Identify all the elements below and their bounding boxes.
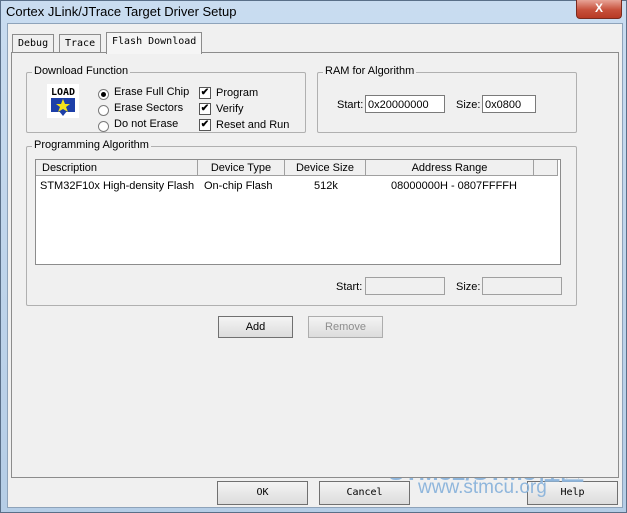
erase-sectors-radio[interactable] xyxy=(98,105,109,116)
ram-start-input[interactable]: 0x20000000 xyxy=(365,95,445,113)
ram-size-input[interactable]: 0x0800 xyxy=(482,95,536,113)
window-title: Cortex JLink/JTrace Target Driver Setup xyxy=(6,4,237,19)
cell-device-type: On-chip Flash xyxy=(204,180,273,192)
erase-full-chip-radio[interactable] xyxy=(98,89,109,100)
algorithm-list[interactable]: Description Device Type Device Size Addr… xyxy=(35,159,561,265)
algo-size-input[interactable] xyxy=(482,277,562,295)
column-header-device-type[interactable]: Device Type xyxy=(198,160,285,176)
flash-download-panel: Download Function LOAD Erase Full Chip E… xyxy=(11,52,619,478)
dialog-client: Debug Trace Flash Download Download Func… xyxy=(7,23,623,508)
algo-start-label: Start: xyxy=(336,281,363,293)
add-button[interactable]: Add xyxy=(218,316,293,338)
column-header-filler xyxy=(534,160,558,176)
tab-debug[interactable]: Debug xyxy=(12,34,55,53)
column-header-device-size[interactable]: Device Size xyxy=(285,160,366,176)
column-header-address-range[interactable]: Address Range xyxy=(366,160,534,176)
tab-debug-label: Debug xyxy=(18,38,49,49)
programming-algorithm-label: Programming Algorithm xyxy=(32,139,151,151)
column-header-description[interactable]: Description xyxy=(36,160,198,176)
tab-flash-download[interactable]: Flash Download xyxy=(106,32,203,54)
ram-for-algorithm-group: RAM for Algorithm Start: 0x20000000 Size… xyxy=(317,65,577,133)
reset-and-run-checkbox[interactable]: ✔ xyxy=(199,119,211,131)
cell-description: STM32F10x High-density Flash xyxy=(40,180,195,192)
do-not-erase-label[interactable]: Do not Erase xyxy=(114,118,178,130)
erase-sectors-label[interactable]: Erase Sectors xyxy=(114,102,183,114)
do-not-erase-radio[interactable] xyxy=(98,121,109,132)
verify-label[interactable]: Verify xyxy=(216,103,244,115)
close-button[interactable]: X xyxy=(576,0,622,19)
tab-trace[interactable]: Trace xyxy=(59,34,102,53)
ram-start-label: Start: xyxy=(337,99,364,111)
tab-trace-label: Trace xyxy=(65,38,96,49)
program-label[interactable]: Program xyxy=(216,87,258,99)
tab-flash-download-label: Flash Download xyxy=(112,36,197,47)
dialog-window: Cortex JLink/JTrace Target Driver Setup … xyxy=(0,0,627,513)
ok-button[interactable]: OK xyxy=(217,481,308,505)
load-icon: LOAD xyxy=(47,84,79,118)
title-bar[interactable]: Cortex JLink/JTrace Target Driver Setup … xyxy=(1,0,626,23)
remove-button[interactable]: Remove xyxy=(308,316,383,338)
algo-start-input[interactable] xyxy=(365,277,445,295)
cell-device-size: 512k xyxy=(314,180,338,192)
download-function-label: Download Function xyxy=(32,65,131,77)
algo-size-label: Size: xyxy=(456,281,481,293)
ram-size-label: Size: xyxy=(456,99,481,111)
erase-full-chip-label[interactable]: Erase Full Chip xyxy=(114,86,189,98)
ram-for-algorithm-label: RAM for Algorithm xyxy=(323,65,417,77)
check-icon: ✔ xyxy=(200,119,210,130)
cell-address-range: 08000000H - 0807FFFFH xyxy=(391,180,517,192)
check-icon: ✔ xyxy=(200,87,210,98)
close-icon: X xyxy=(594,1,603,15)
check-icon: ✔ xyxy=(200,103,210,114)
watermark-url: www.stmcu.org xyxy=(418,477,547,498)
load-icon-text: LOAD xyxy=(51,87,75,98)
reset-and-run-label[interactable]: Reset and Run xyxy=(216,119,289,131)
download-function-group: Download Function LOAD Erase Full Chip E… xyxy=(26,65,306,133)
verify-checkbox[interactable]: ✔ xyxy=(199,103,211,115)
program-checkbox[interactable]: ✔ xyxy=(199,87,211,99)
